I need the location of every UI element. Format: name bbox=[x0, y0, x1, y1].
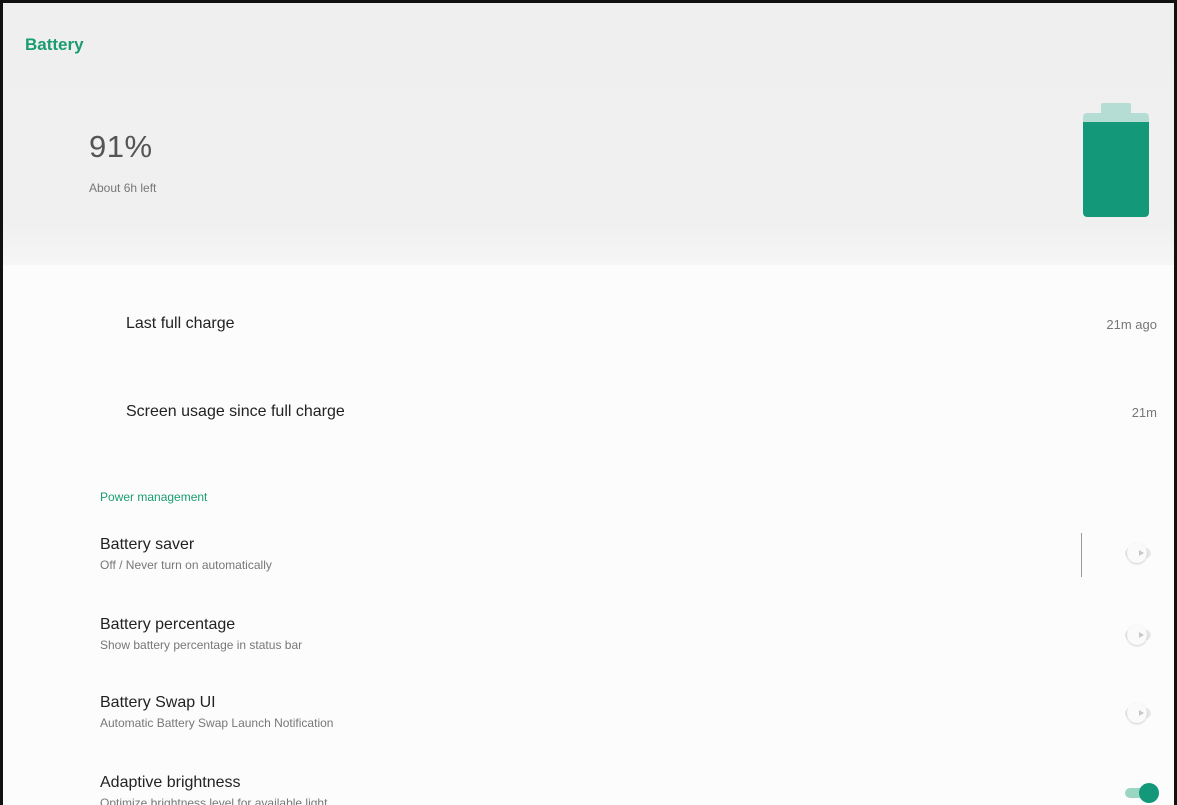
battery-icon bbox=[1081, 99, 1151, 221]
battery-settings-screen: Battery 91% About 6h left Last full char… bbox=[0, 0, 1177, 805]
battery-percentage-row[interactable]: Battery percentage Show battery percenta… bbox=[3, 616, 1174, 676]
adaptive-brightness-row[interactable]: Adaptive brightness Optimize brightness … bbox=[3, 774, 1174, 805]
battery-header: Battery 91% About 6h left bbox=[3, 3, 1174, 265]
battery-swap-ui-toggle[interactable] bbox=[1125, 701, 1159, 725]
battery-saver-toggle-thumb bbox=[1127, 543, 1147, 563]
battery-saver-title: Battery saver bbox=[100, 536, 195, 553]
battery-swap-ui-summary: Automatic Battery Swap Launch Notificati… bbox=[100, 716, 334, 730]
power-management-header: Power management bbox=[100, 490, 208, 504]
battery-percentage-toggle-thumb bbox=[1127, 625, 1147, 645]
battery-swap-ui-toggle-thumb bbox=[1127, 703, 1147, 723]
battery-saver-toggle[interactable] bbox=[1125, 541, 1159, 565]
battery-saver-summary: Off / Never turn on automatically bbox=[100, 558, 272, 572]
screen-usage-row[interactable]: Screen usage since full charge 21m bbox=[3, 393, 1174, 433]
battery-level-fill bbox=[1083, 122, 1149, 217]
battery-swap-ui-row[interactable]: Battery Swap UI Automatic Battery Swap L… bbox=[3, 694, 1174, 754]
last-full-charge-label: Last full charge bbox=[126, 315, 235, 332]
battery-swap-ui-title: Battery Swap UI bbox=[100, 694, 216, 711]
battery-percentage-toggle[interactable] bbox=[1125, 623, 1159, 647]
screen-usage-value: 21m bbox=[1131, 405, 1157, 420]
battery-saver-row[interactable]: Battery saver Off / Never turn on automa… bbox=[3, 536, 1174, 596]
battery-percentage: 91% bbox=[89, 129, 153, 164]
adaptive-brightness-toggle-thumb bbox=[1139, 783, 1159, 803]
adaptive-brightness-toggle[interactable] bbox=[1125, 781, 1159, 805]
adaptive-brightness-summary: Optimize brightness level for available … bbox=[100, 796, 328, 805]
last-full-charge-row[interactable]: Last full charge 21m ago bbox=[3, 305, 1174, 345]
battery-saver-divider bbox=[1081, 533, 1082, 577]
battery-body bbox=[1083, 113, 1149, 217]
battery-time-remaining: About 6h left bbox=[89, 181, 157, 195]
battery-cap bbox=[1101, 103, 1131, 113]
battery-percentage-title: Battery percentage bbox=[100, 616, 236, 633]
adaptive-brightness-title: Adaptive brightness bbox=[100, 774, 241, 791]
page-title: Battery bbox=[25, 35, 84, 54]
battery-percentage-summary: Show battery percentage in status bar bbox=[100, 638, 303, 652]
last-full-charge-value: 21m ago bbox=[1106, 317, 1157, 332]
screen-usage-label: Screen usage since full charge bbox=[126, 403, 345, 420]
